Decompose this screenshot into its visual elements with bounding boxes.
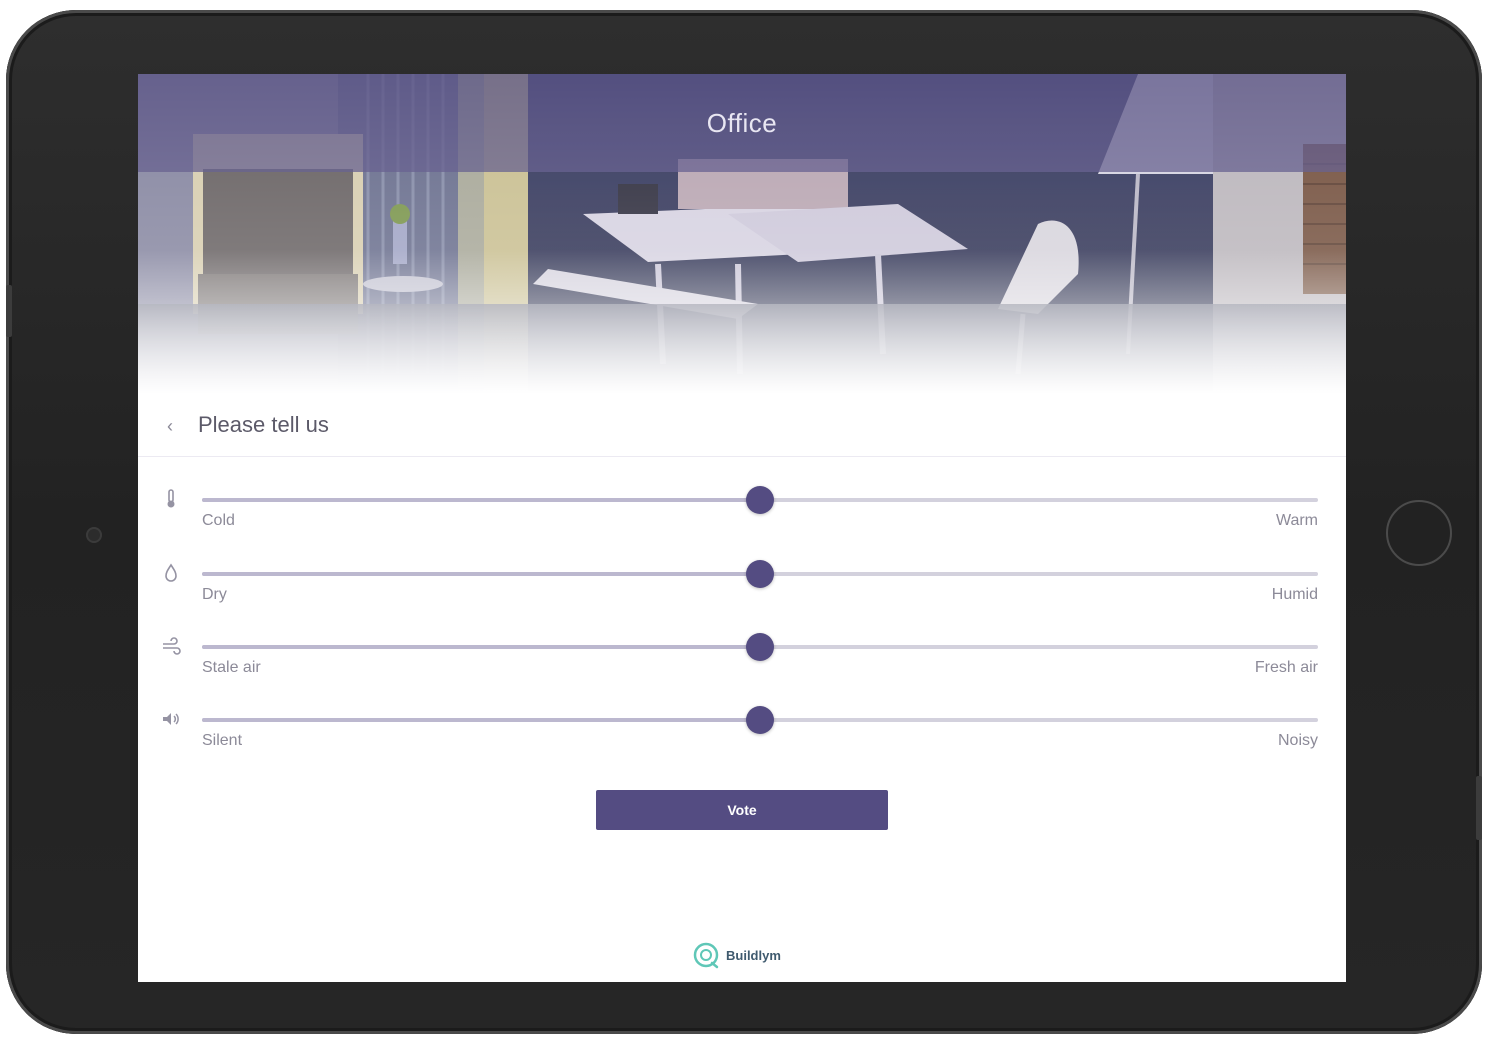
- subheader-title: Please tell us: [198, 412, 329, 437]
- buildlym-logo-icon: [693, 942, 719, 969]
- home-button[interactable]: [1386, 500, 1452, 566]
- air-slider-fill: [202, 645, 760, 649]
- power-button: [1476, 776, 1482, 840]
- air-min-label: Stale air: [202, 659, 261, 676]
- temperature-max-label: Warm: [1275, 512, 1318, 529]
- temperature-slider-track[interactable]: [202, 486, 1318, 514]
- air-slider-track[interactable]: [202, 633, 1318, 661]
- back-chevron-icon[interactable]: ‹: [160, 414, 180, 438]
- air-max-label: Fresh air: [1254, 659, 1318, 676]
- humidity-slider-thumb[interactable]: [746, 560, 774, 588]
- brand-name: Buildlym: [726, 947, 781, 963]
- temperature-min-label: Cold: [202, 512, 235, 529]
- noise-slider-thumb[interactable]: [746, 706, 774, 734]
- slider-temperature: Cold Warm: [138, 486, 1346, 550]
- slider-noise: Silent Noisy: [138, 706, 1346, 770]
- office-photo-header: Office: [138, 74, 1346, 394]
- humidity-max-label: Humid: [1271, 586, 1318, 603]
- noise-max-label: Noisy: [1277, 732, 1318, 749]
- thermometer-icon: [160, 488, 182, 510]
- page-title: Office: [706, 107, 778, 138]
- slider-air: Stale air Fresh air: [138, 633, 1346, 697]
- humidity-slider-fill: [202, 572, 760, 576]
- humidity-slider-track[interactable]: [202, 560, 1318, 588]
- front-camera: [86, 527, 102, 543]
- volume-button: [6, 285, 12, 337]
- speaker-icon: [160, 708, 182, 730]
- temperature-slider-thumb[interactable]: [746, 486, 774, 514]
- vote-button[interactable]: Vote: [596, 790, 888, 830]
- subheader: ‹ Please tell us: [138, 396, 1346, 457]
- app-screen: Office ‹ Please tell us Cold Warm Dry Hu…: [138, 74, 1346, 982]
- air-slider-thumb[interactable]: [746, 633, 774, 661]
- wind-icon: [160, 635, 182, 657]
- brand-footer: Buildlym: [692, 940, 781, 970]
- temperature-slider-fill: [202, 498, 760, 502]
- noise-slider-track[interactable]: [202, 706, 1318, 734]
- noise-min-label: Silent: [202, 732, 243, 749]
- slider-humidity: Dry Humid: [138, 560, 1346, 624]
- noise-slider-fill: [202, 718, 760, 722]
- droplet-icon: [160, 562, 182, 584]
- title-bar: Office: [138, 74, 1346, 172]
- humidity-min-label: Dry: [202, 586, 227, 603]
- stage: Office ‹ Please tell us Cold Warm Dry Hu…: [0, 0, 1490, 1038]
